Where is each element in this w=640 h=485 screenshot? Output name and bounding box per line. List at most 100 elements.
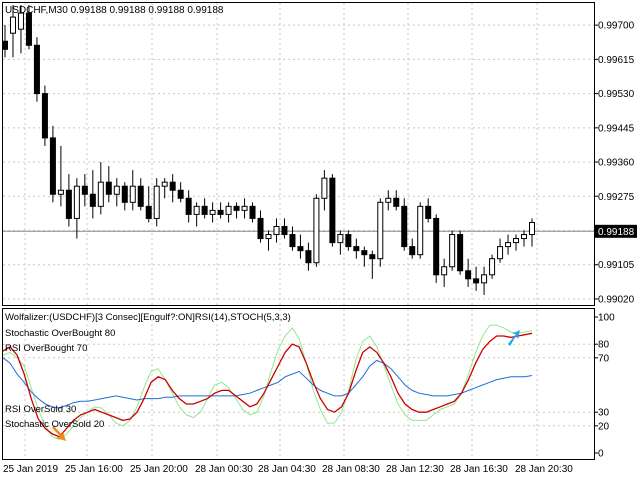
candle-body (273, 225, 280, 236)
time-tick-label: 25 Jan 16:00 (65, 464, 123, 475)
candle-body (529, 221, 535, 236)
candle-body (185, 197, 192, 215)
candle-body (97, 181, 104, 207)
candle-body (433, 217, 440, 276)
candle-body (305, 250, 312, 264)
candle-body (2, 40, 8, 50)
candle-body (121, 185, 128, 203)
candle-body (257, 217, 264, 240)
price-tick-label: 0.99020 (598, 294, 635, 305)
current-price-label: 0.99188 (598, 227, 635, 238)
candle-body (161, 181, 168, 187)
candle-body (105, 181, 112, 195)
time-tick-label: 28 Jan 08:30 (322, 464, 380, 475)
price-axis: 0.99700 0.99615 0.99530 0.99445 0.99360 0.992… (594, 21, 635, 305)
candle-body (33, 44, 40, 95)
indicator-title: Wolfalizer:(USDCHF)[3 Consec][Engulf?:ON… (5, 312, 291, 323)
label-rsi-overbought: RSI OverBought 70 (5, 343, 87, 354)
candle-body (193, 205, 200, 215)
candle-body (449, 234, 456, 268)
candle-body (137, 185, 144, 207)
candle-body (425, 205, 432, 219)
symbol-header: USDCHF,M30 0.99188 0.99188 0.99188 0.991… (5, 5, 224, 16)
candle-body (369, 254, 376, 260)
label-rsi-oversold: RSI OverSold 30 (5, 404, 76, 415)
price-tick-label: 0.99615 (598, 55, 635, 66)
candle-body (457, 234, 464, 272)
candle-body (321, 177, 328, 199)
time-tick-label: 28 Jan 12:30 (386, 464, 444, 475)
time-tick-label: 25 Jan 2019 (3, 464, 58, 475)
candle-body (393, 197, 400, 207)
candle-body (401, 205, 408, 248)
candle-body (113, 185, 120, 195)
candle-body (497, 246, 504, 260)
label-stoch-overbought: Stochastic OverBought 80 (5, 328, 115, 339)
time-tick-label: 28 Jan 20:30 (515, 464, 573, 475)
candle-body (89, 193, 96, 207)
candle-body (81, 185, 88, 195)
indicator-tick-label: 20 (598, 421, 610, 432)
price-tick-label: 0.99360 (598, 158, 635, 169)
candle-body (473, 278, 480, 284)
candle-body (521, 234, 528, 240)
candle-body (417, 205, 424, 256)
time-axis: 25 Jan 2019 25 Jan 16:00 25 Jan 20:00 28 Ja… (3, 464, 573, 475)
candle-body (481, 274, 488, 284)
candle-body (353, 246, 360, 252)
candle-body (225, 205, 232, 215)
price-tick-label: 0.99445 (598, 123, 635, 134)
candle-body (41, 93, 48, 139)
candle-body (265, 234, 272, 240)
candle-body (489, 258, 496, 276)
candle-body (409, 246, 416, 256)
candle-body (233, 205, 240, 211)
candle-body (377, 201, 384, 260)
indicator-tick-label: 100 (598, 313, 615, 324)
candle-body (465, 270, 472, 280)
candle-body (73, 185, 80, 219)
candle-body (385, 197, 392, 203)
candle-body (25, 12, 32, 46)
candle-body (313, 197, 320, 264)
price-panel-frame (2, 2, 595, 306)
candle-body (345, 234, 352, 248)
candle-body (297, 246, 304, 252)
indicator-axis: 100 80 70 30 20 0 (594, 313, 615, 460)
candle-body (281, 225, 288, 236)
chart-canvas[interactable]: 0.99700 0.99615 0.99530 0.99445 0.99360 0.992… (0, 0, 640, 480)
candle-body (337, 234, 344, 244)
candle-body (201, 205, 208, 215)
candle-body (169, 181, 176, 191)
indicator-tick-label: 0 (598, 449, 604, 460)
chart-window[interactable]: 0.99700 0.99615 0.99530 0.99445 0.99360 0.992… (0, 0, 640, 480)
candle-body (241, 205, 248, 211)
candle-body (217, 209, 224, 215)
candle-body (177, 189, 184, 199)
candle-body (289, 234, 296, 248)
candle-body (129, 185, 136, 203)
candle-body (65, 189, 72, 219)
candle-body (513, 238, 520, 244)
candle-body (49, 137, 56, 195)
price-tick-label: 0.99105 (598, 260, 635, 271)
time-tick-label: 28 Jan 04:30 (258, 464, 316, 475)
candle-body (249, 205, 256, 219)
indicator-tick-label: 30 (598, 408, 610, 419)
candle-body (329, 177, 336, 244)
indicator-tick-label: 80 (598, 340, 610, 351)
price-tick-label: 0.99275 (598, 192, 635, 203)
price-tick-label: 0.99700 (598, 21, 635, 32)
candle-body (145, 205, 152, 219)
time-tick-label: 28 Jan 00:30 (195, 464, 253, 475)
candle-body (153, 185, 160, 219)
time-tick-label: 28 Jan 16:30 (450, 464, 508, 475)
candle-body (441, 266, 448, 276)
time-tick-label: 25 Jan 20:00 (130, 464, 188, 475)
candle-body (9, 16, 16, 34)
label-stoch-oversold: Stochastic OverSold 20 (5, 419, 104, 430)
candle-body (361, 250, 368, 256)
candle-body (57, 189, 64, 195)
indicator-tick-label: 70 (598, 353, 610, 364)
price-tick-label: 0.99530 (598, 89, 635, 100)
